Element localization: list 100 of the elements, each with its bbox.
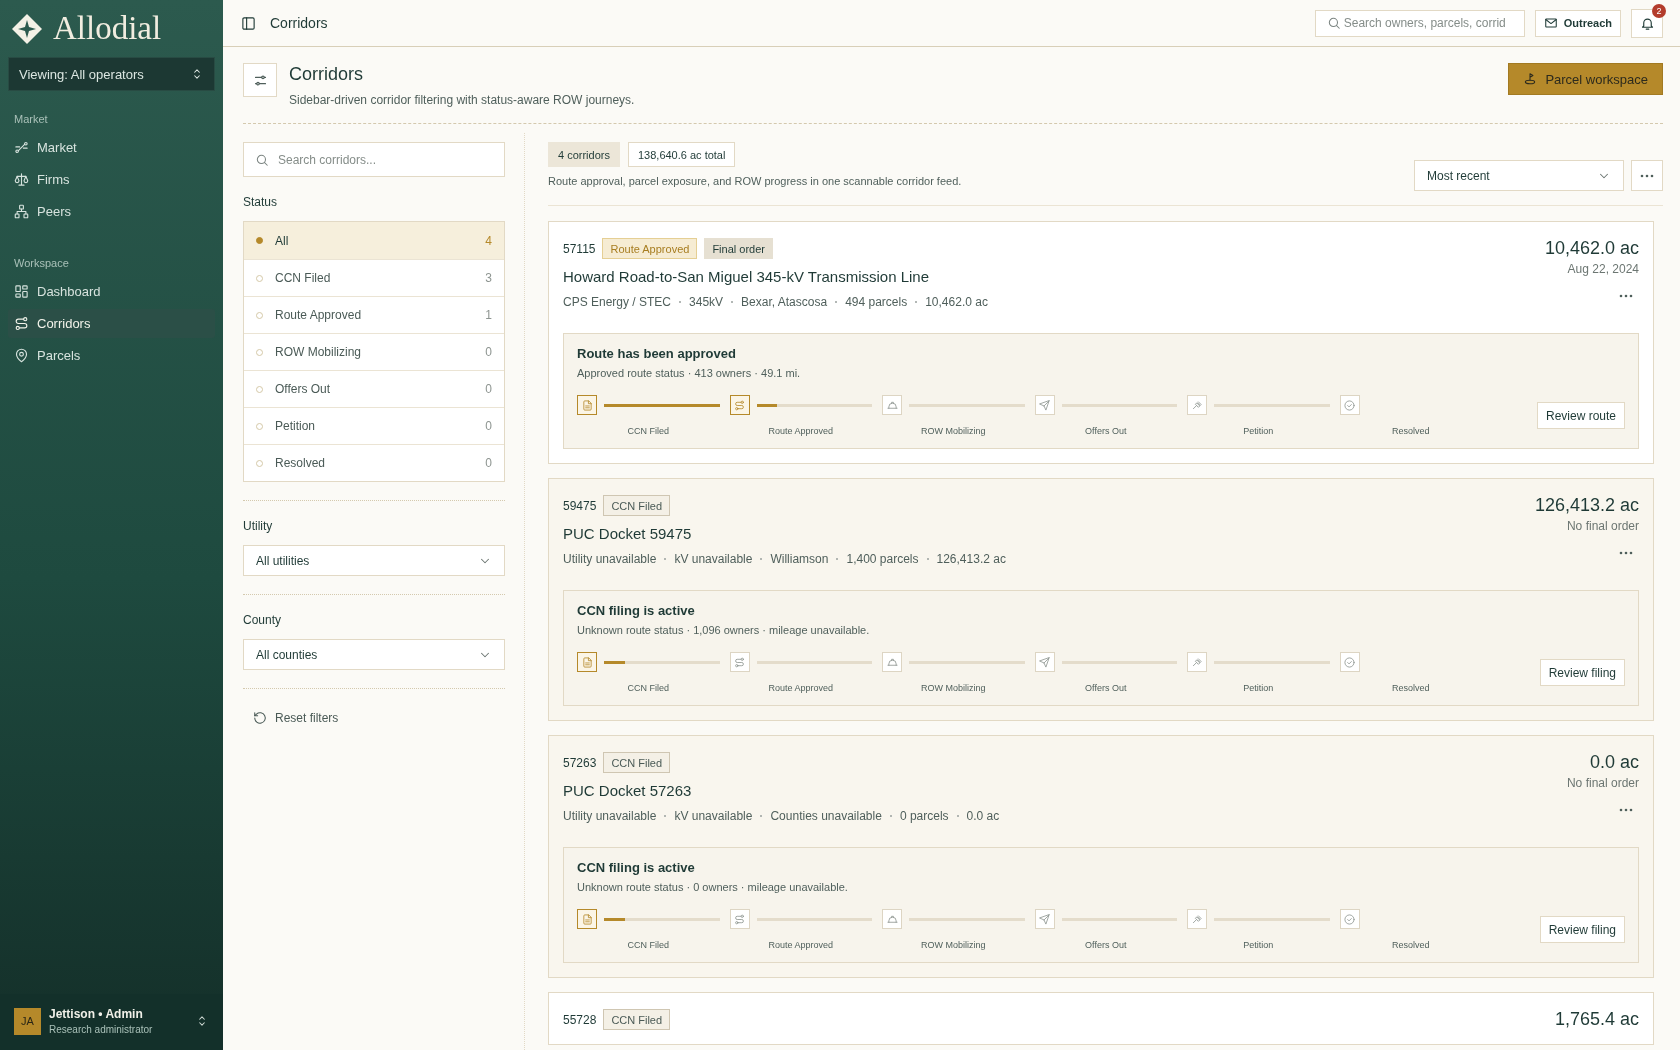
send-icon: [1039, 656, 1050, 668]
step-label: Petition: [1242, 683, 1275, 693]
acreage-text: 10,462.0 ac: [1544, 238, 1639, 259]
status-headline: CCN filing is active: [577, 860, 696, 875]
nav-item[interactable]: Peers: [8, 197, 215, 226]
meta-text: Utility unavailable: [563, 552, 657, 566]
status-filter-item[interactable]: Offers Out 0: [244, 370, 504, 407]
sort-select[interactable]: Most recent: [1414, 160, 1624, 191]
meta-text: kV unavailable: [674, 552, 753, 566]
routes-icon: [734, 656, 745, 668]
user-role: Research administrator: [49, 1024, 153, 1035]
review-button[interactable]: Review filing: [1539, 916, 1625, 943]
step-label: Offers Out: [1084, 683, 1128, 693]
nav-section-heading: Market: [13, 112, 49, 127]
routes-icon: [734, 913, 745, 925]
date-text: No final order: [1566, 519, 1639, 533]
status-headline: Route has been approved: [577, 346, 737, 361]
parcel-workspace-button[interactable]: Parcel workspace: [1508, 63, 1663, 95]
meta-text: Bexar, Atascosa: [741, 295, 828, 309]
operator-select[interactable]: Viewing: All operators: [8, 57, 215, 91]
status-filter-item[interactable]: Petition 0: [244, 407, 504, 444]
corridor-id: 59475: [563, 498, 597, 513]
more-icon[interactable]: [1619, 294, 1633, 298]
corridor-title[interactable]: Howard Road-to-San Miguel 345-kV Transmission Line: [563, 268, 1545, 285]
step-label: Resolved: [1391, 940, 1431, 950]
mail-icon: [1543, 16, 1558, 30]
meta-text: CPS Energy / STEC: [563, 295, 672, 309]
check-circle-icon: [1344, 913, 1355, 925]
meta-text: kV unavailable: [674, 809, 753, 823]
review-button[interactable]: Review route: [1536, 402, 1625, 429]
avatar: JA: [14, 1007, 41, 1035]
meta-text: Utility unavailable: [563, 809, 657, 823]
step-label: Route Approved: [767, 426, 834, 436]
corridor-id: 55728: [563, 1012, 597, 1027]
send-icon: [1039, 399, 1050, 411]
step-label: ROW Mobilizing: [920, 940, 987, 950]
nav-item[interactable]: Parcels: [8, 341, 215, 370]
page-title: Corridors: [270, 15, 329, 31]
step-label: ROW Mobilizing: [920, 426, 987, 436]
more-icon[interactable]: [1619, 551, 1633, 555]
nav-item[interactable]: Firms: [8, 165, 215, 194]
nav-item[interactable]: Dashboard: [8, 277, 215, 306]
corridor-id: 57263: [563, 755, 597, 770]
status-filter-item[interactable]: CCN Filed 3: [244, 259, 504, 296]
meta-text: 10,462.0 ac: [925, 295, 988, 309]
status-filter-item[interactable]: All 4: [244, 222, 504, 259]
page-subtitle: Sidebar-driven corridor filtering with status-aware ROW journeys.: [289, 93, 635, 107]
meta-text: 0.0 ac: [966, 809, 1000, 823]
step-label: Offers Out: [1084, 426, 1128, 436]
reset-icon: [253, 711, 267, 725]
meta-text: 1,400 parcels: [846, 552, 919, 566]
corridor-title[interactable]: PUC Docket 57263: [563, 782, 1567, 799]
search-field[interactable]: Search owners, parcels, corrid: [1314, 9, 1525, 37]
nav-section-heading: Workspace: [13, 256, 70, 271]
utility-select[interactable]: All utilities: [243, 545, 505, 576]
status-filter-item[interactable]: Resolved 0: [244, 444, 504, 481]
filter-heading: Status: [243, 195, 279, 209]
corridor-id: 57115: [563, 241, 596, 256]
step-label: Petition: [1242, 426, 1275, 436]
step-label: CCN Filed: [626, 683, 670, 693]
county-select[interactable]: All counties: [243, 639, 505, 670]
hierarchy-icon: [14, 204, 29, 219]
status-detail: Unknown route status · 1,096 owners · mileage unavailable.: [577, 624, 871, 636]
status-filter-item[interactable]: ROW Mobilizing 0: [244, 333, 504, 370]
step-label: Route Approved: [767, 683, 834, 693]
step-label: Offers Out: [1084, 940, 1128, 950]
corridor-card[interactable]: 55728 CCN Filed 1,765.4 ac: [548, 992, 1654, 1045]
reset-filters-button[interactable]: Reset filters: [253, 711, 339, 725]
status-detail: Unknown route status · 0 owners · mileage unavailable.: [577, 881, 849, 893]
bell-icon: [1639, 15, 1655, 31]
corridor-title[interactable]: PUC Docket 59475: [563, 525, 1535, 542]
map-pin-icon: [14, 348, 29, 363]
more-icon[interactable]: [1619, 808, 1633, 812]
outreach-button[interactable]: Outreach: [1534, 9, 1621, 37]
step-label: Resolved: [1391, 426, 1431, 436]
route-icon: [14, 140, 29, 155]
meta-text: Williamson: [770, 552, 829, 566]
search-field[interactable]: Search corridors...: [243, 142, 505, 177]
check-circle-icon: [1344, 656, 1355, 668]
nav-item[interactable]: Market: [8, 133, 215, 162]
status-filter-item[interactable]: Route Approved 1: [244, 296, 504, 333]
scales-icon: [14, 172, 29, 187]
flag-icon: [1523, 72, 1538, 86]
meta-text: 345kV: [689, 295, 724, 309]
sidebar-toggle-icon: [241, 15, 256, 31]
date-text: Aug 22, 2024: [1567, 262, 1639, 276]
user-name: Jettison • Admin: [49, 1007, 144, 1021]
page-heading: Corridors: [289, 64, 364, 85]
acreage-text: 0.0 ac: [1589, 752, 1639, 773]
step-label: CCN Filed: [626, 426, 670, 436]
more-icon[interactable]: [1640, 173, 1654, 178]
routes-icon: [734, 399, 745, 411]
status-headline: CCN filing is active: [577, 603, 696, 618]
review-button[interactable]: Review filing: [1539, 659, 1625, 686]
step-label: Route Approved: [767, 940, 834, 950]
notification-count: 2: [1652, 3, 1666, 18]
step-label: CCN Filed: [626, 940, 670, 950]
status-badge: CCN Filed: [603, 1009, 671, 1030]
nav-item[interactable]: Corridors: [8, 309, 215, 338]
status-badge: CCN Filed: [603, 752, 671, 773]
